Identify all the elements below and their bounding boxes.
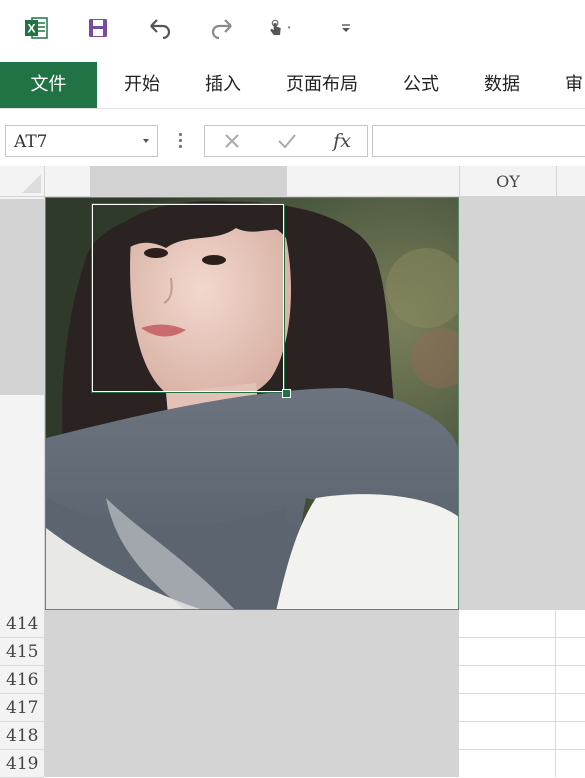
row-header[interactable]: 415 (0, 638, 44, 666)
selected-cells-right[interactable] (459, 197, 585, 610)
select-all-button[interactable] (0, 166, 45, 197)
row-header[interactable]: 414 (0, 610, 44, 638)
tab-page-layout[interactable]: 页面布局 (286, 62, 358, 108)
touch-mode-icon[interactable] (266, 14, 294, 42)
worksheet-grid: OY 414 415 416 417 418 419 (0, 166, 585, 778)
row-headers: 414 415 416 417 418 419 (0, 197, 45, 778)
row-header[interactable]: 419 (0, 750, 44, 778)
customize-toolbar-icon[interactable] (332, 14, 360, 42)
ribbon-divider (0, 108, 585, 109)
formula-buttons: fx (204, 125, 368, 157)
worksheet-cells[interactable] (459, 610, 585, 777)
tab-home[interactable]: 开始 (124, 62, 160, 108)
row-header[interactable]: 416 (0, 666, 44, 694)
resize-handle[interactable] (282, 389, 291, 398)
tab-data[interactable]: 数据 (484, 62, 520, 108)
row-header[interactable]: 418 (0, 722, 44, 750)
tab-review[interactable]: 审阅 (565, 62, 585, 141)
tab-formulas[interactable]: 公式 (403, 62, 439, 108)
tab-file[interactable]: 文件 (0, 62, 97, 108)
quick-access-toolbar: X (0, 0, 585, 56)
selected-column-header[interactable] (90, 166, 287, 196)
tab-insert[interactable]: 插入 (205, 62, 241, 108)
column-header-oy[interactable]: OY (459, 166, 557, 196)
cancel-icon[interactable] (217, 126, 247, 156)
column-headers: OY (45, 166, 585, 197)
enter-icon[interactable] (272, 126, 302, 156)
save-icon[interactable] (84, 14, 112, 42)
redo-icon[interactable] (208, 14, 236, 42)
ribbon-tabs: 文件 开始 插入 页面布局 公式 数据 审阅 (0, 62, 585, 141)
formula-bar-grip-icon[interactable] (179, 133, 182, 151)
formula-input[interactable] (372, 125, 585, 157)
undo-icon[interactable] (146, 14, 174, 42)
row-header[interactable]: 417 (0, 694, 44, 722)
formula-bar: AT7 fx (0, 118, 585, 166)
selection-rectangle[interactable] (91, 203, 285, 393)
name-box[interactable]: AT7 (5, 125, 158, 157)
name-box-value: AT7 (14, 132, 48, 152)
svg-text:X: X (27, 22, 35, 36)
selected-row-header[interactable] (0, 199, 44, 395)
name-box-dropdown-icon[interactable] (143, 139, 149, 143)
insert-function-button[interactable]: fx (327, 126, 357, 156)
excel-logo-icon: X (22, 14, 50, 42)
